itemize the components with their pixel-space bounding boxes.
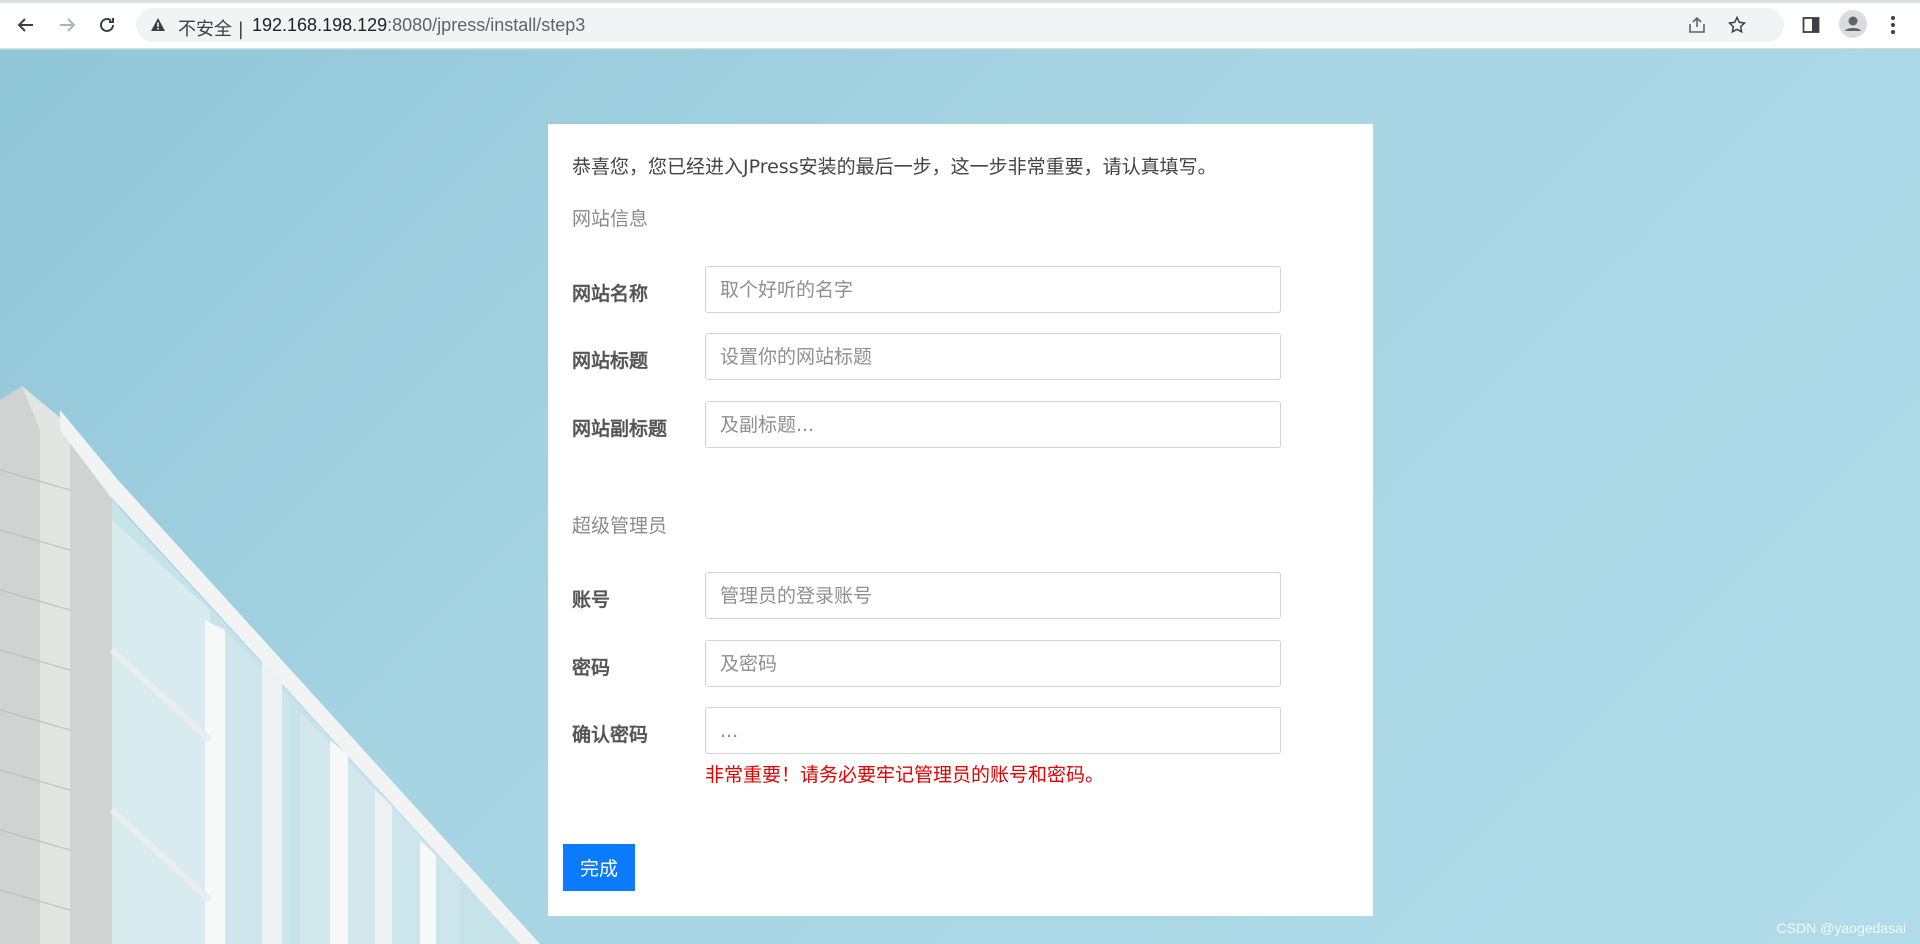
browser-toolbar: 不安全 | 192.168.198.129:8080/jpress/instal… xyxy=(0,0,1920,49)
side-panel-button[interactable] xyxy=(1798,12,1824,38)
security-label[interactable]: 不安全 | xyxy=(178,15,244,41)
admin-heading: 超级管理员 xyxy=(572,515,668,537)
star-icon xyxy=(1728,16,1746,34)
url-host: 192.168.198.129 xyxy=(252,15,388,35)
watermark: CSDN @yaogedasai xyxy=(1776,920,1906,936)
back-button[interactable] xyxy=(11,10,41,40)
finish-button[interactable]: 完成 xyxy=(563,844,635,891)
site-name-input[interactable] xyxy=(705,266,1281,313)
warning-message: 非常重要！请务必要牢记管理员的账号和密码。 xyxy=(705,764,1105,786)
tab-strip xyxy=(0,0,1920,3)
share-icon xyxy=(1689,16,1705,33)
intro-text: 恭喜您，您已经进入JPress安装的最后一步，这一步非常重要，请认真填写。 xyxy=(572,156,1217,178)
profile-button[interactable] xyxy=(1839,10,1867,38)
back-icon xyxy=(17,18,33,32)
side-panel-icon xyxy=(1802,17,1820,33)
site-info-heading: 网站信息 xyxy=(572,208,649,230)
confirm-password-label: 确认密码 xyxy=(572,724,649,746)
site-title-input[interactable] xyxy=(705,333,1281,380)
forward-icon xyxy=(60,18,76,32)
password-label: 密码 xyxy=(572,657,611,679)
reload-icon xyxy=(100,17,114,32)
share-button[interactable] xyxy=(1686,14,1708,36)
url-path: :8080/jpress/install/step3 xyxy=(387,15,586,35)
url-text[interactable]: 192.168.198.129:8080/jpress/install/step… xyxy=(252,15,585,36)
building-image xyxy=(0,386,540,944)
site-subtitle-label: 网站副标题 xyxy=(572,418,668,440)
site-title-label: 网站标题 xyxy=(572,350,649,372)
install-form-card: 恭喜您，您已经进入JPress安装的最后一步，这一步非常重要，请认真填写。 网站… xyxy=(548,124,1373,916)
site-subtitle-input[interactable] xyxy=(705,401,1281,448)
account-input[interactable] xyxy=(705,572,1281,619)
warning-icon xyxy=(151,18,165,31)
reload-button[interactable] xyxy=(92,10,122,40)
forward-button[interactable] xyxy=(52,10,82,40)
menu-icon xyxy=(1891,16,1895,34)
address-bar[interactable]: 不安全 | 192.168.198.129:8080/jpress/instal… xyxy=(136,8,1784,42)
profile-icon xyxy=(1845,16,1861,31)
bookmark-button[interactable] xyxy=(1726,14,1748,36)
account-label: 账号 xyxy=(572,589,611,611)
password-input[interactable] xyxy=(705,640,1281,687)
confirm-password-input[interactable] xyxy=(705,707,1281,754)
menu-button[interactable] xyxy=(1880,12,1906,38)
site-name-label: 网站名称 xyxy=(572,283,649,305)
